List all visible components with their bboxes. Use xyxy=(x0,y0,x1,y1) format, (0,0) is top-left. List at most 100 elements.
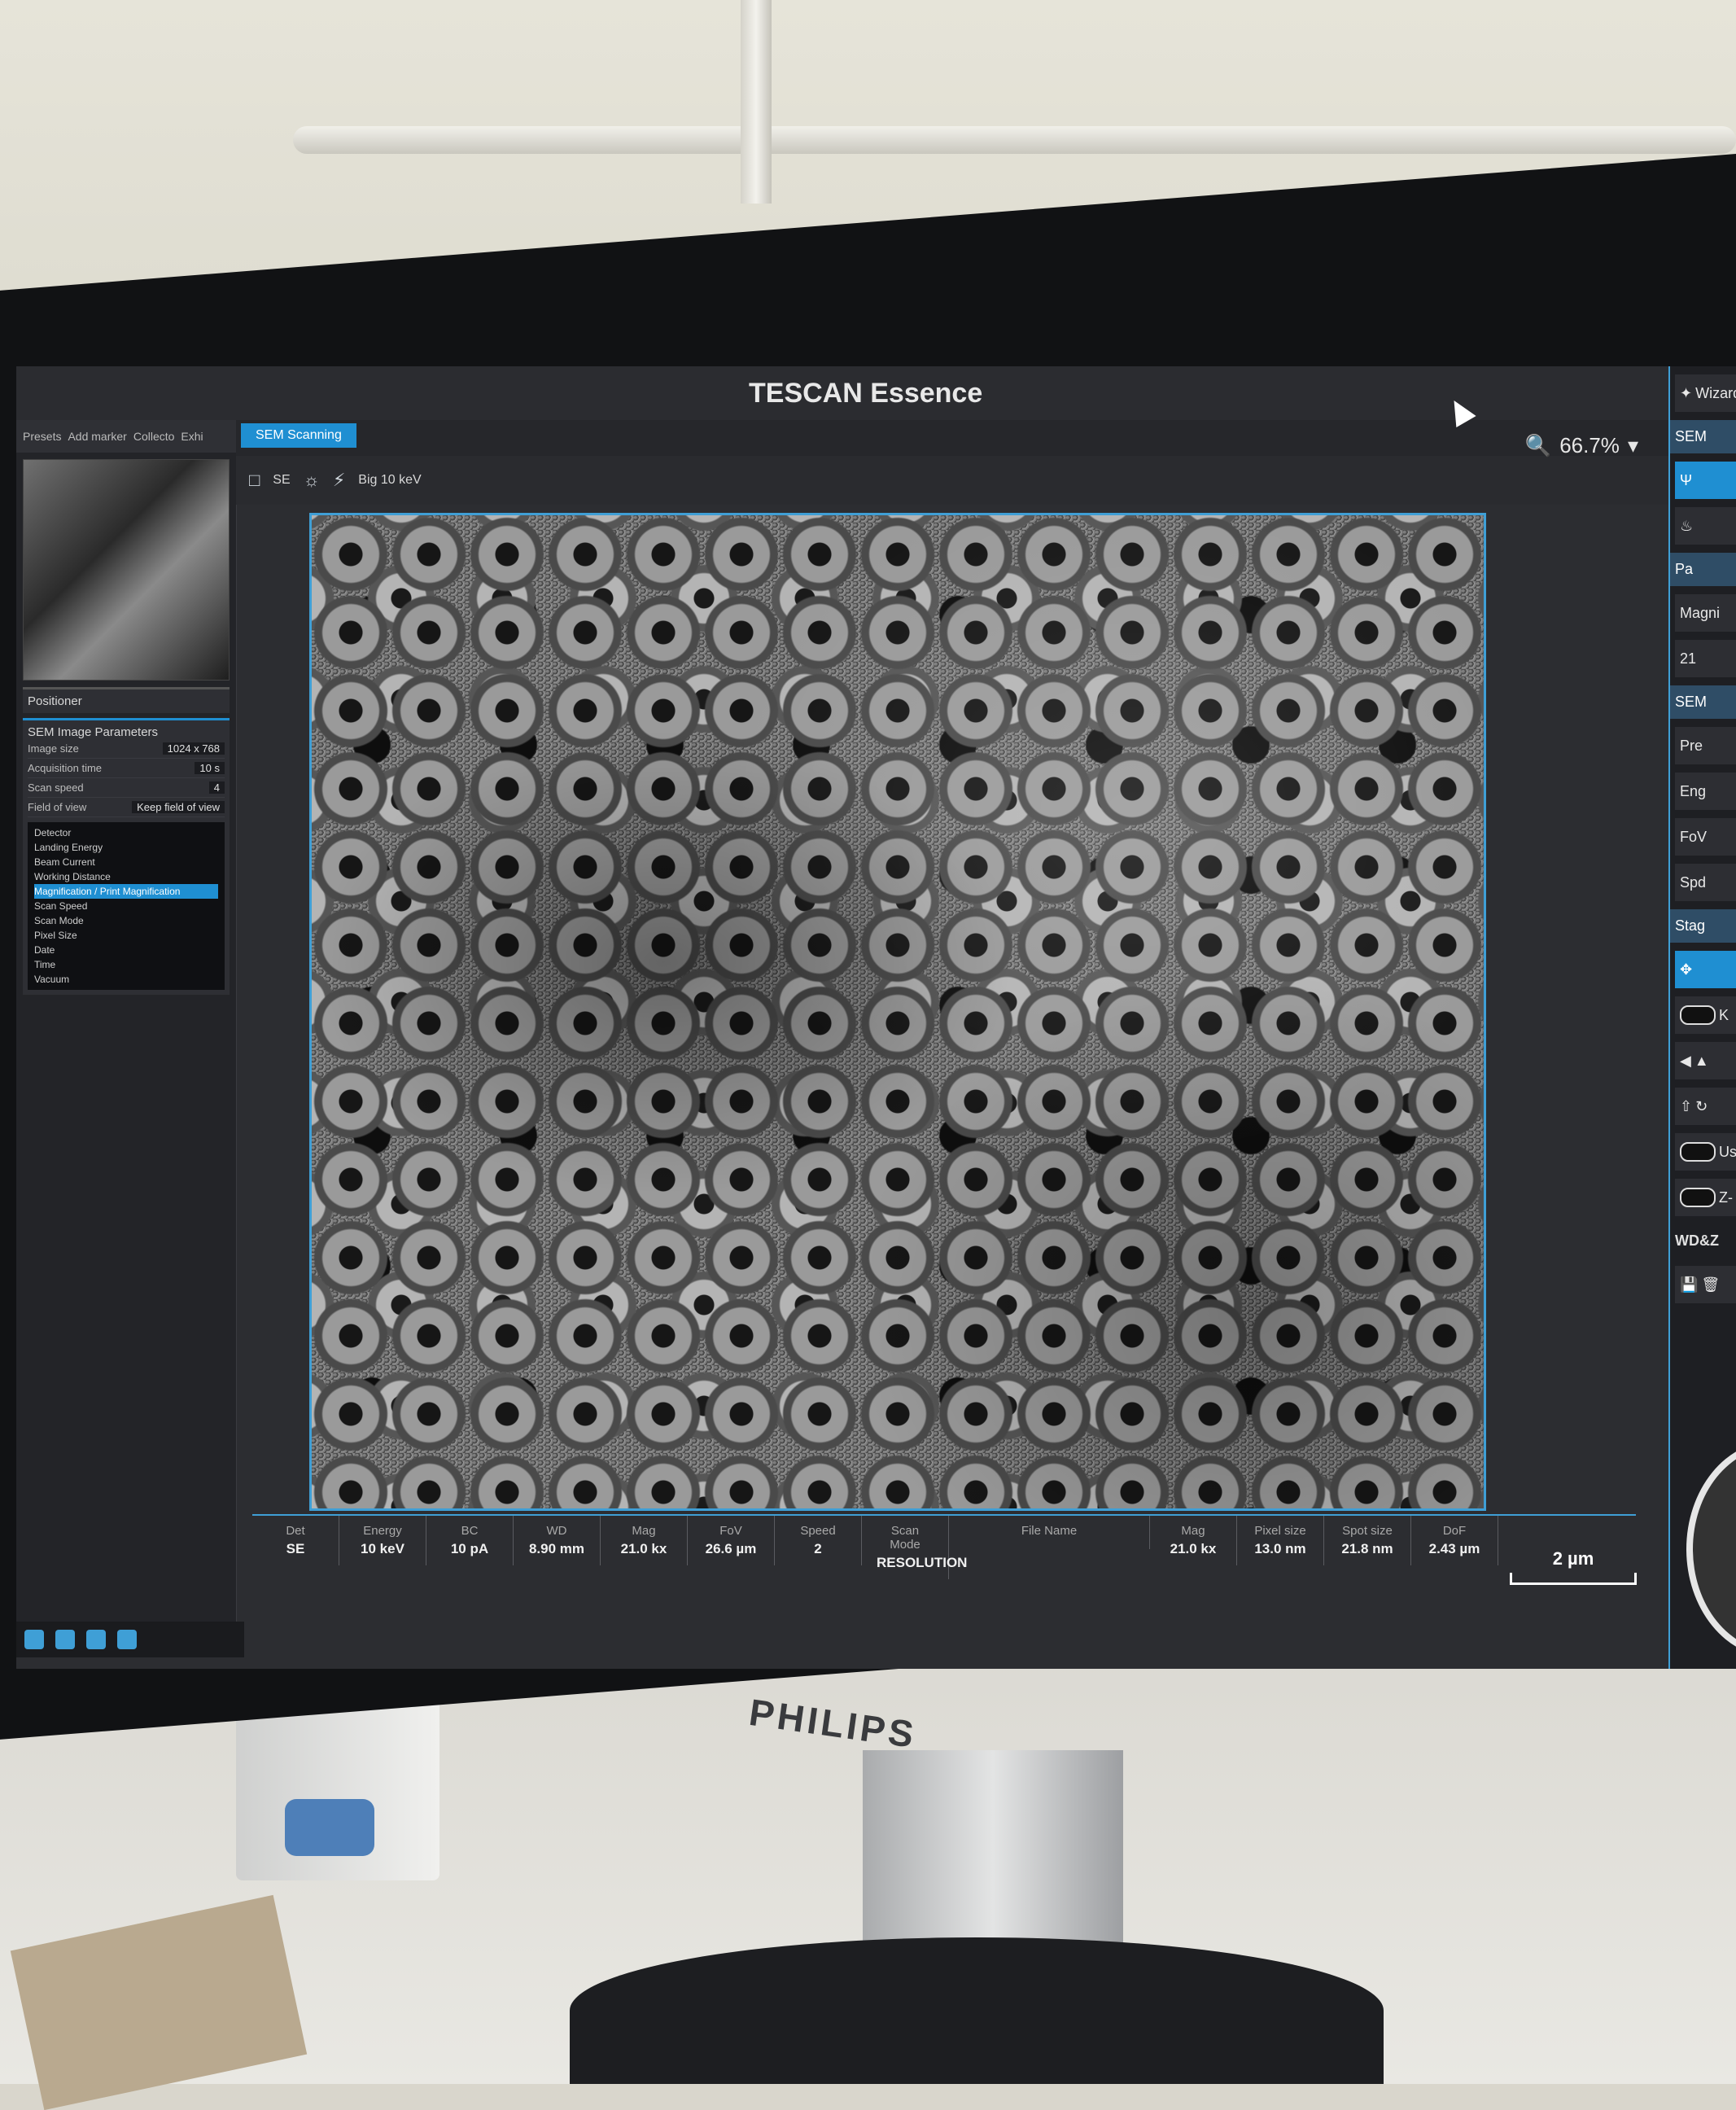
arrow-pad[interactable]: ◀ ▲ xyxy=(1675,1042,1736,1079)
presets-item[interactable]: Pre xyxy=(1675,727,1736,764)
wizard-button[interactable]: ✦Wizard xyxy=(1675,374,1736,412)
toggle-row[interactable]: K xyxy=(1675,996,1736,1034)
toggle-label: Z- xyxy=(1719,1189,1733,1206)
rotate-icon[interactable]: ↻ xyxy=(1695,1098,1708,1115)
toggle-switch[interactable] xyxy=(1680,1188,1716,1207)
start-icon[interactable] xyxy=(24,1630,44,1649)
toggle-row[interactable]: Us xyxy=(1675,1133,1736,1171)
list-item[interactable]: Landing Energy xyxy=(34,840,218,855)
info-cell: BC 10 pA xyxy=(426,1516,514,1565)
detector-button[interactable]: Ψ xyxy=(1675,462,1736,499)
zoom-control[interactable]: 🔍 66.7% ▾ xyxy=(1525,433,1638,458)
param-row: Image size 1024 x 768 xyxy=(28,739,225,759)
lightning-icon[interactable]: ⚡ xyxy=(333,470,345,491)
info-label: Pixel size xyxy=(1254,1524,1306,1538)
param-value[interactable]: 4 xyxy=(208,781,225,794)
detector-selector[interactable]: SE xyxy=(273,473,290,488)
window-icon[interactable]: □ xyxy=(249,470,260,491)
fov-item[interactable]: FoV xyxy=(1675,818,1736,856)
param-value[interactable]: 10 s xyxy=(195,762,225,774)
wall-pipe-vertical xyxy=(741,0,772,204)
beam-button[interactable]: ♨ xyxy=(1675,507,1736,545)
app-icon[interactable] xyxy=(117,1630,137,1649)
list-item[interactable]: Working Distance xyxy=(34,869,218,884)
file-name-cell: File Name xyxy=(949,1516,1150,1549)
param-value[interactable]: Keep field of view xyxy=(132,801,225,813)
list-item[interactable]: Detector xyxy=(34,825,218,840)
toggle-label: Us xyxy=(1719,1143,1736,1160)
tab-sem-scanning[interactable]: SEM Scanning xyxy=(241,423,356,448)
save-icon[interactable]: 💾 xyxy=(1680,1276,1698,1294)
magnification-field[interactable]: Magni xyxy=(1675,594,1736,632)
toggle-label: K xyxy=(1719,1006,1729,1023)
param-row: Field of view Keep field of view xyxy=(28,798,225,817)
param-label: Scan speed xyxy=(28,781,84,794)
info-value: 26.6 µm xyxy=(705,1541,757,1556)
chevron-down-icon[interactable]: ▾ xyxy=(1628,433,1638,458)
info-value: 2.43 µm xyxy=(1428,1541,1480,1556)
stage-header[interactable]: Stag xyxy=(1670,909,1736,943)
info-value: 13.0 nm xyxy=(1254,1541,1306,1556)
file-tools[interactable]: 💾 🗑 xyxy=(1675,1266,1736,1303)
flame-icon: ♨ xyxy=(1680,517,1694,534)
positioner-section[interactable]: Positioner xyxy=(23,687,230,713)
zoom-level: 66.7% xyxy=(1559,433,1620,457)
info-cell: Energy 10 keV xyxy=(339,1516,426,1565)
list-item[interactable]: Time xyxy=(34,957,218,972)
stage-tools[interactable]: ⇧ ↻ xyxy=(1675,1088,1736,1125)
panel-header[interactable]: Pa xyxy=(1670,553,1736,586)
sem-image[interactable] xyxy=(309,513,1486,1511)
collecto-item[interactable]: Collecto xyxy=(133,430,175,443)
scale-bar-line xyxy=(1510,1573,1637,1585)
info-label: Speed xyxy=(800,1524,836,1538)
home-icon[interactable]: ⇧ xyxy=(1680,1098,1692,1115)
speed-item[interactable]: Spd xyxy=(1675,864,1736,901)
info-value: RESOLUTION xyxy=(877,1555,968,1570)
scan-info[interactable]: Big 10 keV xyxy=(358,473,421,488)
info-label: BC xyxy=(461,1524,479,1538)
info-value: 10 pA xyxy=(450,1541,489,1556)
list-item[interactable]: Beam Current xyxy=(34,855,218,869)
info-label: File Name xyxy=(1021,1524,1078,1538)
param-value[interactable]: 1024 x 768 xyxy=(162,742,225,755)
zoom-out-icon[interactable]: 🔍 xyxy=(1525,433,1551,458)
list-item[interactable]: Scan Speed xyxy=(34,899,218,913)
info-cell: FoV 26.6 µm xyxy=(688,1516,775,1565)
brightness-icon[interactable]: ☼ xyxy=(304,470,320,491)
wd-z-header: WD&Z xyxy=(1675,1232,1719,1249)
sem-header[interactable]: SEM xyxy=(1670,685,1736,719)
param-label: Acquisition time xyxy=(28,762,103,774)
wizard-label: Wizard xyxy=(1695,384,1736,401)
info-label: FoV xyxy=(719,1524,742,1538)
toggle-switch[interactable] xyxy=(1680,1005,1716,1025)
preset-item[interactable]: Presets xyxy=(23,430,61,443)
info-label: DoF xyxy=(1442,1524,1467,1538)
exhi-item[interactable]: Exhi xyxy=(181,430,203,443)
magnification-value[interactable]: 21 xyxy=(1675,640,1736,677)
app-icon[interactable] xyxy=(55,1630,75,1649)
stage-move-button[interactable]: ✥ xyxy=(1675,951,1736,988)
trash-icon[interactable]: 🗑 xyxy=(1701,1276,1720,1294)
info-cell: WD 8.90 mm xyxy=(514,1516,601,1565)
scan-params-header[interactable]: SEM Image Parameters xyxy=(28,725,225,739)
app-title: TESCAN Essence xyxy=(749,378,983,409)
app-icon[interactable] xyxy=(86,1630,106,1649)
stage-dial[interactable] xyxy=(1686,1441,1736,1657)
sem-header[interactable]: SEM xyxy=(1670,420,1736,453)
energy-item[interactable]: Eng xyxy=(1675,773,1736,810)
add-marker-item[interactable]: Add marker xyxy=(68,430,126,443)
list-item-selected[interactable]: Magnification / Print Magnification xyxy=(34,884,218,899)
list-item[interactable]: Pixel Size xyxy=(34,928,218,943)
toggle-switch[interactable] xyxy=(1680,1142,1716,1162)
list-item[interactable]: Date xyxy=(34,943,218,957)
toggle-row[interactable]: Z- xyxy=(1675,1179,1736,1216)
app-window: TESCAN Essence Presets Add marker Collec… xyxy=(16,366,1736,1669)
list-item[interactable]: Vacuum xyxy=(34,972,218,987)
chamber-view[interactable] xyxy=(23,459,230,681)
wand-icon: ✦ xyxy=(1680,384,1693,401)
pc-logo-icon xyxy=(285,1799,374,1856)
scale-bar-label: 2 µm xyxy=(1552,1548,1594,1569)
arrow-left-icon[interactable]: ◀ xyxy=(1680,1053,1691,1070)
arrow-up-icon[interactable]: ▲ xyxy=(1694,1053,1709,1070)
list-item[interactable]: Scan Mode xyxy=(34,913,218,928)
